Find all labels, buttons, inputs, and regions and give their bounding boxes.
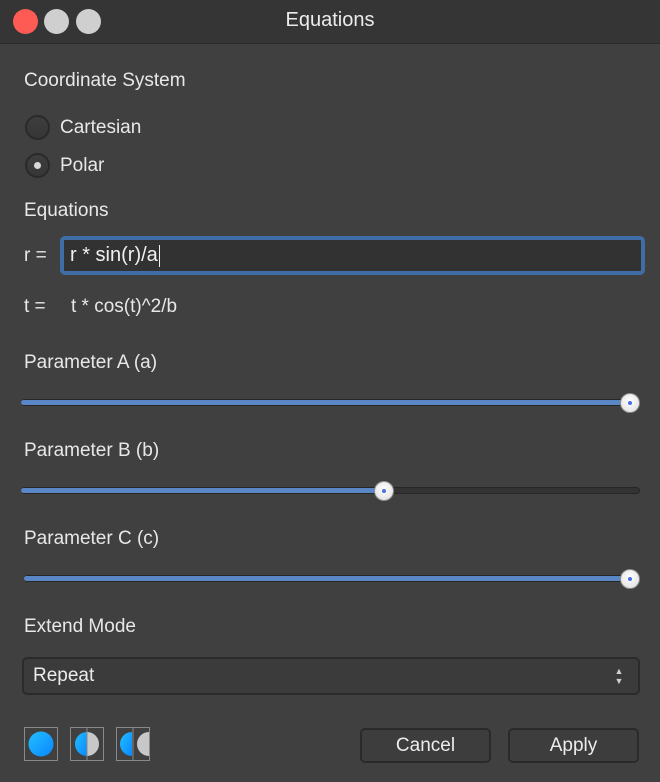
parameter-a-label: Parameter A (a) (24, 352, 158, 373)
radio-button-cartesian[interactable] (25, 115, 50, 140)
up-down-arrows-icon: ▲ ▼ (614, 666, 624, 686)
parameter-c-slider[interactable] (24, 569, 640, 589)
slider-thumb[interactable] (620, 393, 640, 413)
coordinate-system-label: Coordinate System (24, 70, 186, 91)
radio-selected-dot (34, 162, 41, 169)
r-equation-value: r * sin(r)/a (70, 244, 158, 266)
parameter-a-slider[interactable] (21, 393, 640, 413)
cancel-button[interactable]: Cancel (360, 728, 491, 763)
window-title: Equations (285, 9, 375, 31)
slider-fill (21, 400, 630, 405)
radio-button-polar[interactable] (25, 153, 50, 178)
slider-fill (24, 576, 630, 581)
radio-label-polar[interactable]: Polar (60, 155, 104, 177)
parameter-b-label: Parameter B (b) (24, 440, 160, 461)
title-bar: Equations (0, 0, 660, 44)
extend-mode-label: Extend Mode (24, 616, 136, 637)
slider-fill (21, 488, 385, 493)
apply-button[interactable]: Apply (508, 728, 639, 763)
radio-label-cartesian[interactable]: Cartesian (60, 117, 141, 139)
text-caret (158, 244, 160, 267)
full-circle-icon (28, 731, 54, 757)
separated-halves-icon (120, 728, 149, 760)
slider-thumb[interactable] (620, 569, 640, 589)
extend-mode-select[interactable]: Repeat ▲ ▼ (22, 657, 640, 695)
extend-mode-value: Repeat (33, 665, 95, 686)
r-equation-label: r = (24, 245, 47, 266)
split-circle-icon (75, 728, 99, 760)
separated-halves-button[interactable] (116, 727, 150, 761)
full-circle-button[interactable] (24, 727, 58, 761)
r-equation-input[interactable]: r * sin(r)/a (60, 236, 645, 275)
equations-label: Equations (24, 200, 109, 221)
slider-thumb[interactable] (374, 481, 395, 501)
parameter-c-label: Parameter C (c) (24, 528, 160, 549)
t-equation-label: t = (24, 296, 46, 317)
parameter-b-slider[interactable] (21, 481, 640, 501)
t-equation-value[interactable]: t * cos(t)^2/b (71, 296, 177, 318)
split-circle-button[interactable] (70, 727, 104, 761)
